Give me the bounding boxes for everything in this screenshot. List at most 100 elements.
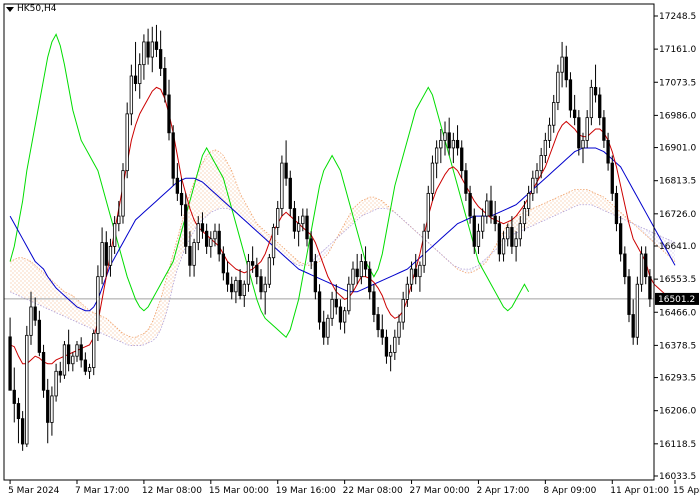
candle-body-bearish — [171, 132, 175, 179]
candle-body-bearish — [577, 117, 581, 149]
candle-body-bullish — [213, 230, 217, 240]
price-tick-label: 16813.5 — [659, 177, 696, 187]
candle-body-bearish — [598, 94, 602, 119]
candle-body-bullish — [393, 336, 397, 353]
candle-body-bullish — [635, 283, 640, 338]
candle-body-bullish — [54, 370, 58, 397]
candle-body-bearish — [368, 268, 372, 293]
candle — [422, 223, 426, 273]
symbol-label[interactable]: HK50,H4 — [6, 4, 56, 14]
candle-body-bullish — [639, 253, 644, 285]
candle — [355, 253, 359, 285]
candle — [167, 79, 171, 141]
candle-body-bullish — [121, 170, 125, 217]
candle — [376, 306, 380, 338]
candle-body-bearish — [104, 242, 108, 266]
candle-body-bullish — [405, 283, 410, 300]
candle-body-bearish — [158, 49, 163, 69]
candle — [535, 163, 539, 194]
time-tick-label: 7 Mar 17:00 — [75, 486, 130, 496]
candle — [62, 341, 67, 379]
candle — [271, 223, 276, 266]
candle-body-bearish — [204, 230, 209, 247]
candle-body-bearish — [376, 314, 380, 331]
candle-body-bullish — [234, 280, 238, 293]
candle-body-bullish — [531, 177, 535, 194]
candle-body-bearish — [66, 344, 71, 365]
ichimoku-chart[interactable]: 17248.5 17161.0 17073.5 16986.0 16901.0 16813… — [0, 0, 700, 500]
candle-body-bearish — [623, 253, 627, 278]
candle — [568, 72, 573, 118]
candle — [171, 125, 175, 186]
candle-body-bullish — [434, 147, 439, 164]
candle — [434, 140, 439, 179]
candle — [631, 299, 635, 345]
candle-body-bearish — [46, 389, 50, 423]
candle-body-bearish — [618, 223, 623, 255]
candle-body-bearish — [12, 389, 16, 404]
candle — [230, 276, 234, 300]
cloud-bullish-segment — [10, 149, 303, 346]
current-price-tag: 16501.2 — [655, 292, 699, 305]
candle — [472, 208, 476, 254]
candle-body-bullish — [539, 155, 543, 172]
candle-body-bullish — [117, 215, 121, 225]
candle — [158, 30, 163, 77]
candle-body-bearish — [309, 238, 313, 262]
candle-body-bullish — [501, 238, 506, 255]
candle-body-bullish — [552, 102, 556, 126]
candle-body-bullish — [242, 283, 246, 296]
time-tick-label: 19 Mar 16:00 — [276, 486, 336, 496]
price-axis[interactable]: 17248.5 17161.0 17073.5 16986.0 16901.0 16813… — [654, 12, 696, 482]
candle — [146, 28, 150, 65]
time-axis[interactable]: 5 Mar 2024 7 Mar 17:00 12 Mar 08:00 15 Mar … — [8, 480, 700, 496]
candle — [602, 110, 606, 148]
candle-body-bullish — [192, 242, 196, 266]
candle-body-bullish — [401, 298, 405, 323]
candle-body-bullish — [92, 333, 96, 368]
candle-body-bearish — [188, 245, 192, 266]
candle-body-bearish — [292, 208, 297, 232]
price-tick-label: 16641.0 — [659, 242, 696, 252]
candle — [259, 269, 263, 300]
candle — [41, 344, 46, 398]
candle — [83, 352, 88, 376]
candle — [92, 329, 96, 376]
candle — [564, 45, 568, 88]
candle-body-bullish — [301, 215, 305, 225]
time-tick-label: 15 Mar 00:00 — [209, 486, 269, 496]
candle-body-bearish — [317, 291, 322, 323]
candle-body-bullish — [443, 132, 447, 141]
candle — [280, 155, 284, 217]
candle-body-bearish — [79, 344, 83, 361]
candle-body-bearish — [259, 276, 263, 293]
candle — [263, 276, 267, 315]
candle-body-bearish — [468, 192, 472, 217]
candle-body-bullish — [535, 170, 539, 179]
candle-body-bearish — [20, 418, 25, 445]
candle — [451, 132, 456, 164]
dropdown-triangle-icon[interactable] — [6, 6, 14, 12]
candle-body-bearish — [572, 109, 577, 119]
candle-body-bullish — [87, 367, 92, 372]
candle — [50, 386, 54, 436]
candle — [154, 24, 159, 58]
candle-body-bullish — [409, 268, 414, 285]
chikou-span-line — [9, 33, 530, 339]
candle — [125, 102, 129, 179]
candle — [476, 223, 481, 254]
candle-body-bearish — [372, 291, 376, 315]
candle-body-bearish — [255, 264, 259, 278]
candle — [464, 163, 468, 201]
candle — [255, 257, 259, 285]
candle-body-bullish — [50, 395, 54, 423]
time-tick-label: 2 Apr 17:00 — [476, 486, 529, 496]
candle — [242, 280, 246, 307]
candle — [547, 117, 552, 148]
candle — [384, 329, 389, 364]
current-price-tag-text: 16501.2 — [658, 295, 695, 305]
candle-body-bearish — [167, 94, 171, 134]
price-tick-label: 17248.5 — [659, 12, 696, 22]
chart-root[interactable]: 17248.5 17161.0 17073.5 16986.0 16901.0 16813… — [0, 0, 700, 500]
candle-body-bearish — [33, 306, 37, 321]
